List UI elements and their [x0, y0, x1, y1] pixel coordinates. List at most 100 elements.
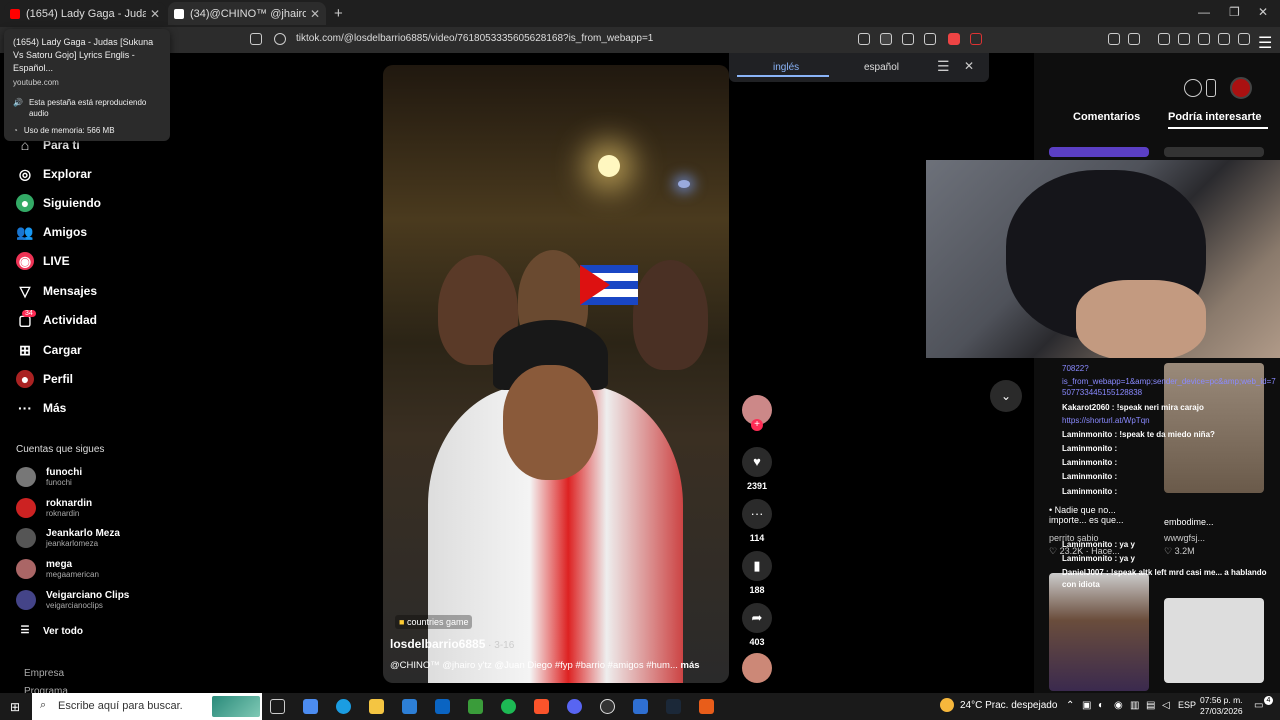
panel-icon[interactable] — [1178, 33, 1190, 45]
network-icon[interactable]: ▤ — [1146, 700, 1155, 711]
sidebar-item-label: Perfil — [43, 372, 74, 386]
see-all-link[interactable]: ☰ Ver todo — [16, 622, 84, 640]
settings-icon[interactable] — [1184, 79, 1202, 97]
wallet-icon[interactable] — [1198, 33, 1210, 45]
avatar[interactable] — [1230, 77, 1252, 99]
avatar — [16, 498, 36, 518]
store-icon[interactable] — [402, 699, 417, 714]
vpn-icon[interactable] — [1238, 33, 1250, 45]
discord-icon[interactable] — [567, 699, 582, 714]
brave-shield-icon[interactable] — [948, 33, 960, 45]
video-author[interactable]: losdelbarrio6885 · 3-16 — [390, 637, 514, 651]
more-link[interactable]: más — [681, 660, 700, 671]
card-title[interactable]: embodime... — [1164, 517, 1214, 527]
new-tab-button[interactable]: + — [334, 5, 343, 22]
pip-icon[interactable] — [902, 33, 914, 45]
music-disc[interactable] — [741, 653, 773, 683]
tab-tiktok[interactable]: (34)@CHINO™ @jhairo y'tz ✕ — [168, 2, 326, 25]
following-item[interactable]: Jeankarlo Meza jeankarlomeza — [16, 528, 120, 548]
bookmark-icon[interactable] — [250, 33, 262, 45]
app-icon[interactable] — [699, 699, 714, 714]
minimize-icon[interactable]: — — [1198, 5, 1210, 19]
menu-icon[interactable]: ☰ — [937, 58, 950, 75]
video-thumbnail[interactable] — [1049, 573, 1149, 691]
chevron-up-icon[interactable]: ⌃ — [1066, 700, 1074, 711]
close-icon[interactable]: ✕ — [150, 7, 160, 21]
tray-icon[interactable]: ▥ — [1130, 700, 1139, 711]
site-info-icon[interactable] — [274, 33, 286, 45]
tray-icon[interactable]: ◐ — [1098, 700, 1104, 711]
sidebar-item-label: Actividad — [43, 313, 98, 327]
notification-icon[interactable]: ▭ — [1254, 700, 1263, 711]
video-thumbnail[interactable] — [1164, 598, 1264, 683]
follow-plus-icon[interactable]: + — [751, 419, 763, 431]
sidebar-item-amigos[interactable]: 👥 Amigos — [16, 223, 87, 241]
card-title[interactable]: • Nadie que no... importe... es que... — [1049, 505, 1154, 525]
sidebar-item-label: Cargar — [43, 343, 82, 357]
close-icon[interactable]: ✕ — [964, 59, 974, 73]
weather-text[interactable]: 24°C Prac. despejado — [960, 700, 1057, 711]
menu-icon[interactable]: ☰ — [1258, 33, 1272, 52]
sidebar-item-siguiendo[interactable]: ● Siguiendo — [16, 194, 101, 212]
following-item[interactable]: mega megaamerican — [16, 559, 99, 579]
tray-icon[interactable]: ▣ — [1082, 700, 1091, 711]
rewards-icon[interactable] — [970, 33, 982, 45]
spotify-icon[interactable] — [501, 699, 516, 714]
lang-source[interactable]: inglés — [773, 62, 799, 73]
video-thumbnail[interactable] — [1049, 147, 1149, 157]
comment-button[interactable]: ··· 114 — [741, 499, 773, 543]
video-thumbnail[interactable] — [1164, 147, 1264, 157]
share-button[interactable]: ➦ 403 — [741, 603, 773, 647]
obs-icon[interactable] — [600, 699, 615, 714]
language-indicator[interactable]: ESP — [1178, 700, 1196, 710]
tab-youtube[interactable]: (1654) Lady Gaga - Judas [Su ✕ — [4, 2, 166, 25]
steam-icon[interactable] — [666, 699, 681, 714]
sidebar-item-mas[interactable]: ··· Más — [16, 399, 66, 417]
following-item[interactable]: funochi funochi — [16, 467, 82, 487]
video-tag[interactable]: ■ countries game — [395, 615, 473, 629]
sidebar-item-perfil[interactable]: ● Perfil — [16, 370, 73, 388]
taskbar-search[interactable]: ⌕ Escribe aquí para buscar. — [32, 693, 262, 720]
task-view-icon[interactable] — [270, 699, 285, 714]
save-button[interactable]: ▮ 188 — [741, 551, 773, 595]
lang-target[interactable]: español — [864, 62, 899, 73]
file-explorer-icon[interactable] — [369, 699, 384, 714]
maximize-icon[interactable]: ❐ — [1229, 5, 1240, 19]
like-button[interactable]: ♥ 2391 — [741, 447, 773, 491]
sidebar-item-cargar[interactable]: ⊞ Cargar — [16, 341, 82, 359]
mail-icon[interactable] — [435, 699, 450, 714]
card-user[interactable]: wwwgfsj... — [1164, 533, 1205, 543]
copilot-icon[interactable] — [303, 699, 318, 714]
clock[interactable]: 07:56 p. m. 27/03/2026 — [1200, 695, 1243, 717]
chat-line: con idiota — [1062, 580, 1100, 589]
mute-icon[interactable] — [858, 33, 870, 45]
translate-icon[interactable] — [880, 33, 892, 45]
share-icon[interactable] — [924, 33, 936, 45]
close-icon[interactable]: ✕ — [310, 7, 320, 21]
music-icon[interactable] — [1158, 33, 1170, 45]
leo-icon[interactable] — [1218, 33, 1230, 45]
sidebar-item-mensajes[interactable]: ▽ Mensajes — [16, 282, 97, 300]
video-player[interactable]: ■ countries game losdelbarrio6885 · 3-16… — [383, 65, 729, 683]
footer-link[interactable]: Empresa — [24, 668, 64, 679]
tab-comentarios[interactable]: Comentarios — [1073, 111, 1140, 123]
chevron-down-icon[interactable]: ⌄ — [990, 380, 1022, 412]
sidebar-icon[interactable] — [1128, 33, 1140, 45]
extensions-icon[interactable] — [1108, 33, 1120, 45]
window-close-icon[interactable]: ✕ — [1258, 5, 1268, 19]
windows-start-icon[interactable]: ⊞ — [10, 700, 20, 714]
tray-icon[interactable]: ◉ — [1114, 700, 1123, 711]
sidebar-item-live[interactable]: ◉ LIVE — [16, 252, 70, 270]
device-icon[interactable] — [1206, 79, 1216, 97]
minecraft-icon[interactable] — [468, 699, 483, 714]
brave-icon[interactable] — [534, 699, 549, 714]
following-item[interactable]: roknardin roknardin — [16, 498, 92, 518]
tab-podria-interesarte[interactable]: Podría interesarte — [1168, 111, 1262, 123]
author-avatar[interactable]: + — [741, 395, 773, 431]
app-icon[interactable] — [633, 699, 648, 714]
edge-icon[interactable] — [336, 699, 351, 714]
volume-icon[interactable]: ◁ — [1162, 700, 1170, 711]
following-item[interactable]: Veigarciano Clips veigarcianoclips — [16, 590, 129, 610]
url-field[interactable]: tiktok.com/@losdelbarrio6885/video/76180… — [296, 33, 653, 44]
sidebar-item-explorar[interactable]: ◎ Explorar — [16, 165, 92, 183]
